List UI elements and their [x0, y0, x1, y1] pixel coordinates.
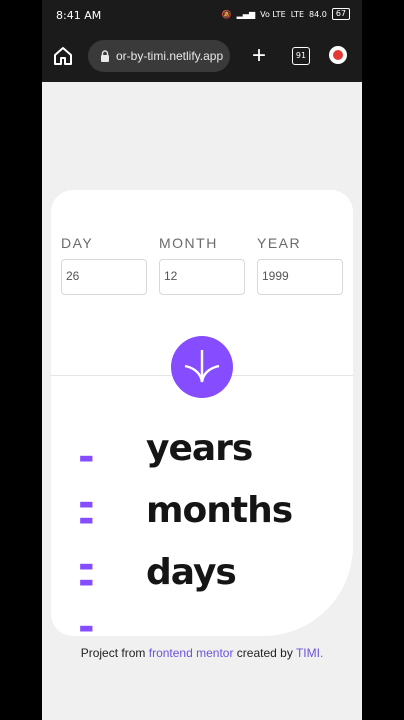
years-label: years: [146, 428, 253, 469]
address-bar[interactable]: or-by-timi.netlify.app: [88, 40, 230, 72]
status-icons: 🔕 ▂▄▆ Vo LTE LTE 84.0 67: [222, 8, 350, 20]
date-fields: DAY 26 MONTH 12 YEAR 1999: [61, 235, 343, 295]
author-link[interactable]: TIMI.: [296, 646, 323, 660]
attribution: Project from frontend mentor created by …: [42, 646, 362, 660]
phone-screen: 8:41 AM 🔕 ▂▄▆ Vo LTE LTE 84.0 67 or-by-t…: [42, 0, 362, 720]
age-calculator-card: DAY 26 MONTH 12 YEAR 1999 - - years - - …: [51, 190, 353, 650]
mute-icon: 🔕: [221, 9, 232, 19]
days-label: days: [146, 552, 237, 593]
update-icon[interactable]: [329, 46, 347, 64]
lte-label: LTE: [290, 9, 304, 19]
arrow-down-icon: [184, 350, 220, 383]
year-label: YEAR: [257, 235, 302, 251]
frontend-mentor-link[interactable]: frontend mentor: [149, 646, 234, 660]
year-field: YEAR 1999: [257, 235, 343, 295]
submit-button[interactable]: [171, 336, 233, 398]
speed-label: 84.0: [309, 9, 327, 19]
month-input[interactable]: 12: [159, 259, 245, 295]
lock-icon: [98, 49, 112, 63]
signal-icon: ▂▄▆: [236, 9, 256, 19]
browser-toolbar: or-by-timi.netlify.app + 91: [42, 32, 362, 82]
day-label: DAY: [61, 235, 94, 251]
status-bar: 8:41 AM 🔕 ▂▄▆ Vo LTE LTE 84.0 67: [42, 0, 362, 32]
day-input[interactable]: 26: [61, 259, 147, 295]
home-icon[interactable]: [52, 45, 74, 67]
month-field: MONTH 12: [159, 235, 245, 295]
attribution-middle: created by: [236, 646, 293, 660]
year-input[interactable]: 1999: [257, 259, 343, 295]
months-label: months: [146, 490, 293, 531]
status-time: 8:41 AM: [56, 9, 102, 22]
day-field: DAY 26: [61, 235, 147, 295]
attribution-prefix: Project from: [80, 646, 146, 660]
new-tab-icon[interactable]: +: [248, 44, 270, 68]
days-value: - -: [78, 558, 95, 650]
month-label: MONTH: [159, 235, 218, 251]
url-text: or-by-timi.netlify.app: [116, 49, 224, 63]
network-label: Vo LTE: [260, 9, 286, 19]
battery-icon: 67: [331, 8, 350, 20]
tab-switcher-button[interactable]: 91: [292, 47, 310, 65]
